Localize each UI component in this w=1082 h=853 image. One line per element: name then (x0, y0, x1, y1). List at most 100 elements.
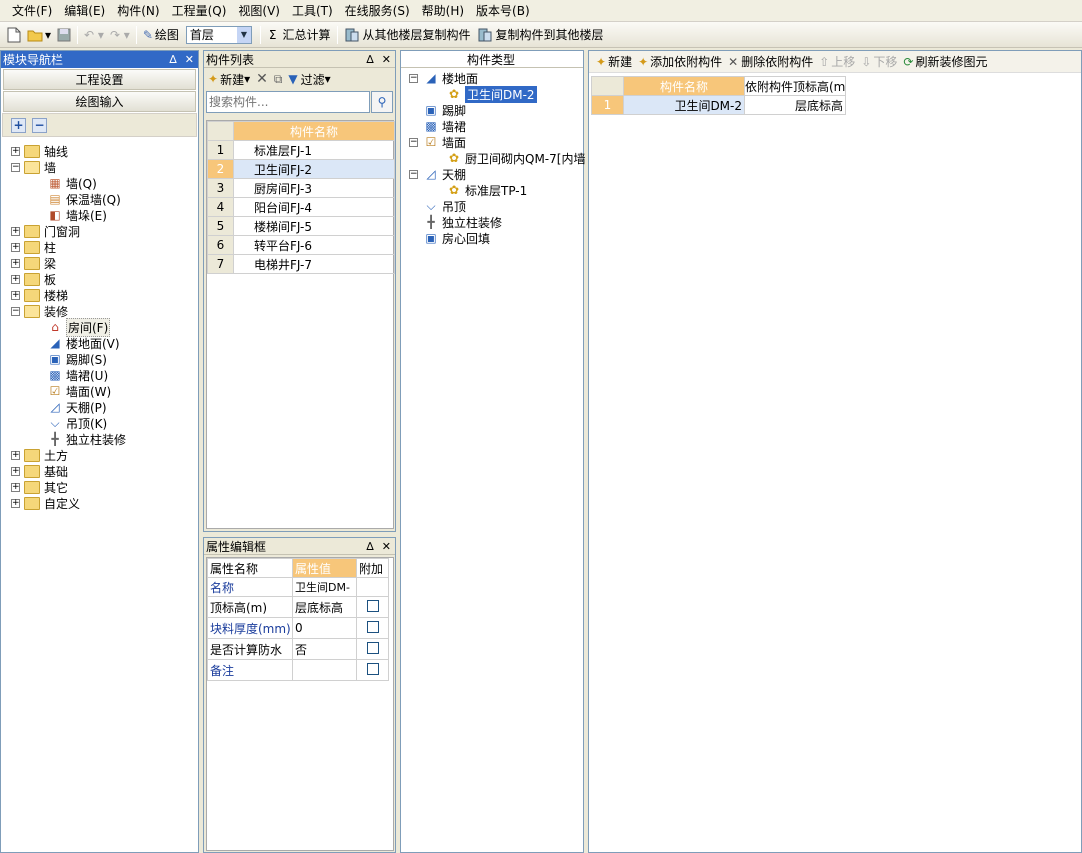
tree-item-suspended[interactable]: ⌵ 吊顶(K) (11, 415, 198, 431)
type-item-ceiling-child[interactable]: ✿ 标准层TP-1 (409, 182, 583, 198)
tree-item-dado[interactable]: ▩ 墙裙(U) (11, 367, 198, 383)
tree-item-skirting[interactable]: ▣ 踢脚(S) (11, 351, 198, 367)
prop-row-remark[interactable]: 备注 (207, 659, 389, 681)
type-item-backfill[interactable]: ▣ 房心回填 (409, 230, 583, 246)
add-dependent-button[interactable]: ✦ 添加依附构件 (635, 51, 725, 73)
filter-icon: ▼ (288, 72, 298, 86)
search-icon[interactable]: ⚲ (371, 91, 393, 113)
table-row[interactable]: 6 转平台FJ-6 (207, 235, 395, 255)
type-item-ceiling[interactable]: − ◿ 天棚 (409, 166, 583, 182)
dep-new-button[interactable]: ✦ 新建 (593, 51, 635, 73)
collapse-all-icon[interactable]: − (32, 117, 47, 133)
menu-help[interactable]: 帮助(H) (416, 2, 470, 19)
close-icon[interactable]: ✕ (382, 53, 391, 66)
prop-row-thickness[interactable]: 块料厚度(mm) 0 (207, 617, 389, 639)
table-row[interactable]: 1 标准层FJ-1 (207, 140, 395, 160)
tree-item-column[interactable]: + 柱 (11, 239, 198, 255)
table-row-selected[interactable]: 1 卫生间DM-2 层底标高 (591, 95, 846, 115)
copy-icon[interactable]: ⧉ (274, 72, 283, 87)
gear-icon: ✿ (448, 87, 460, 101)
column-header-extra: 附加 (356, 558, 389, 578)
pin-icon[interactable]: ∆ (366, 53, 373, 66)
menu-quantity[interactable]: 工程量(Q) (166, 2, 233, 19)
refresh-deco-button[interactable]: ⟳ 刷新装修图元 (900, 51, 990, 73)
search-bar: ⚲ (206, 91, 393, 115)
table-row[interactable]: 7 电梯井FJ-7 (207, 254, 395, 274)
extra-checkbox[interactable] (366, 599, 379, 612)
table-row[interactable]: 4 阳台间FJ-4 (207, 197, 395, 217)
extra-checkbox[interactable] (366, 662, 379, 675)
project-settings-button[interactable]: 工程设置 (3, 69, 196, 90)
open-folder-icon[interactable]: ▾ (24, 24, 54, 46)
delete-dependent-button[interactable]: ✕ 删除依附构件 (725, 51, 816, 73)
tree-item-wall[interactable]: − 墙 (11, 159, 198, 175)
table-row[interactable]: 5 楼梯间FJ-5 (207, 216, 395, 236)
prop-row-top-elev[interactable]: 顶标高(m) 层底标高 (207, 596, 389, 618)
tree-item-floor[interactable]: ◢ 楼地面(V) (11, 335, 198, 351)
draw-input-button[interactable]: 绘图输入 (3, 91, 196, 112)
extra-checkbox[interactable] (366, 641, 379, 654)
new-file-icon[interactable] (4, 24, 24, 46)
ceiling-icon: ◿ (426, 167, 436, 181)
menu-online[interactable]: 在线服务(S) (339, 2, 416, 19)
tree-item-other[interactable]: + 其它 (11, 479, 198, 495)
column-icon: ╋ (427, 215, 435, 229)
copy-from-floor-button[interactable]: 从其他楼层复制构件 (341, 24, 474, 46)
sum-calc-button[interactable]: Σ 汇总计算 (264, 24, 334, 46)
column-header-name[interactable]: 构件名称 (623, 76, 745, 96)
column-header-top-elev[interactable]: 依附构件顶标高(m (744, 76, 846, 96)
undo-icon[interactable]: ↶ ▾ (81, 24, 107, 46)
move-down-button[interactable]: ⇩ 下移 (858, 51, 900, 73)
pin-icon[interactable]: ∆ (169, 53, 176, 66)
tree-item-room[interactable]: ⌂ 房间(F) (11, 317, 198, 337)
tree-item-custom[interactable]: + 自定义 (11, 495, 198, 511)
save-icon[interactable] (54, 24, 74, 46)
draw-button[interactable]: ✎ 绘图 (140, 24, 182, 46)
close-icon[interactable]: ✕ (382, 540, 391, 553)
type-item-suspended[interactable]: ⌵ 吊顶 (409, 198, 583, 214)
column-header-name[interactable]: 构件名称 (233, 121, 395, 141)
floor-select[interactable]: 首层 ▼ (185, 25, 252, 44)
pin-icon[interactable]: ∆ (366, 540, 373, 553)
prop-row-waterproof[interactable]: 是否计算防水否 (207, 638, 389, 660)
menu-component[interactable]: 构件(N) (111, 2, 165, 19)
expand-all-icon[interactable]: + (11, 117, 26, 133)
tree-item-beam[interactable]: + 梁 (11, 255, 198, 271)
redo-icon[interactable]: ↷ ▾ (107, 24, 133, 46)
tree-item-door[interactable]: + 门窗洞 (11, 223, 198, 239)
tree-item-wallface[interactable]: ☑ 墙面(W) (11, 383, 198, 399)
move-up-button[interactable]: ⇧ 上移 (816, 51, 858, 73)
tree-item-column-deco[interactable]: ╋ 独立柱装修 (11, 431, 198, 447)
menu-file[interactable]: 文件(F) (6, 2, 58, 19)
menu-view[interactable]: 视图(V) (232, 2, 286, 19)
extra-checkbox[interactable] (366, 620, 379, 633)
type-item-column-deco[interactable]: ╋ 独立柱装修 (409, 214, 583, 230)
menu-edit[interactable]: 编辑(E) (58, 2, 111, 19)
search-input[interactable] (206, 91, 370, 113)
type-item-floor-child[interactable]: ✿ 卫生间DM-2 (409, 85, 583, 103)
type-item-wallface[interactable]: − ☑ 墙面 (409, 134, 583, 150)
prop-row-name[interactable]: 名称 卫生间DM- (207, 577, 389, 597)
type-item-dado[interactable]: ▩ 墙裙 (409, 118, 583, 134)
tree-item-wall-q[interactable]: ▦ 墙(Q) (11, 175, 198, 191)
tree-item-insul-wall[interactable]: ▤ 保温墙(Q) (11, 191, 198, 207)
menu-version[interactable]: 版本号(B) (470, 2, 536, 19)
tree-item-foundation[interactable]: + 基础 (11, 463, 198, 479)
type-item-skirting[interactable]: ▣ 踢脚 (409, 102, 583, 118)
menu-tools[interactable]: 工具(T) (286, 2, 339, 19)
table-row[interactable]: 3 厨房间FJ-3 (207, 178, 395, 198)
tree-item-wall-pier[interactable]: ◧ 墙垛(E) (11, 207, 198, 223)
filter-button[interactable]: ▼ 过滤 ▾ (288, 68, 330, 90)
tree-item-earth[interactable]: + 土方 (11, 447, 198, 463)
new-component-button[interactable]: ✦ 新建 ▾ (208, 68, 250, 90)
tree-item-stair[interactable]: + 楼梯 (11, 287, 198, 303)
table-row-selected[interactable]: 2 卫生间FJ-2 (207, 159, 395, 179)
copy-to-floor-button[interactable]: 复制构件到其他楼层 (474, 24, 607, 46)
delete-icon[interactable]: ✕ (256, 71, 268, 87)
type-item-wallface-child[interactable]: ✿厨卫间砌内QM-7[内墙面] (409, 150, 585, 166)
type-item-floor[interactable]: − ◢ 楼地面 (409, 70, 583, 86)
tree-item-slab[interactable]: + 板 (11, 271, 198, 287)
tree-item-axis[interactable]: + 轴线 (11, 143, 198, 159)
close-icon[interactable]: ✕ (185, 53, 194, 66)
tree-item-ceiling[interactable]: ◿ 天棚(P) (11, 399, 198, 415)
